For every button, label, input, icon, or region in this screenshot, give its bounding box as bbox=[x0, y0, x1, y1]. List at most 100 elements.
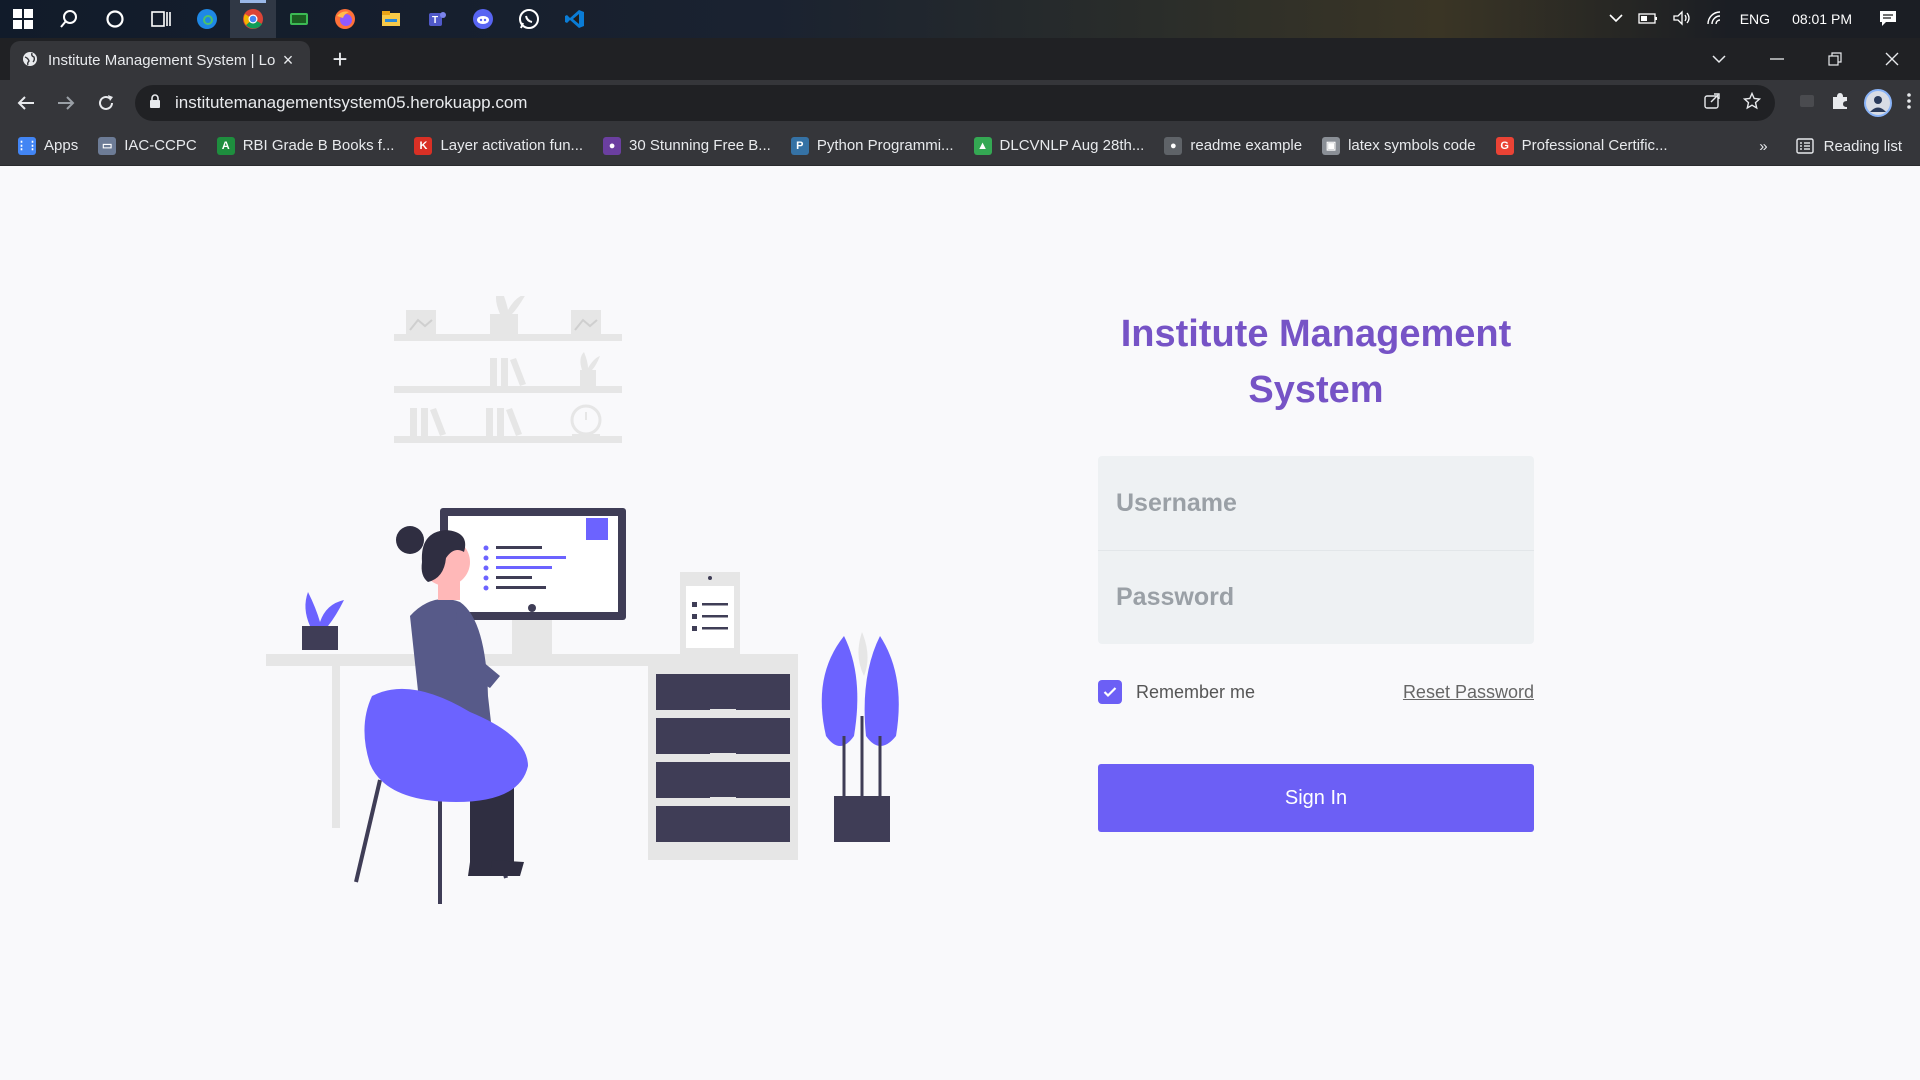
shelves-illustration bbox=[394, 296, 622, 443]
password-input[interactable] bbox=[1116, 583, 1516, 612]
bookmark-favicon-icon: ● bbox=[603, 136, 622, 155]
reload-icon[interactable] bbox=[86, 83, 126, 123]
chrome-icon[interactable] bbox=[230, 0, 276, 38]
discord-icon[interactable] bbox=[460, 0, 506, 38]
share-icon[interactable] bbox=[1703, 92, 1721, 115]
tab-search-icon[interactable] bbox=[1690, 38, 1747, 80]
remember-label: Remember me bbox=[1136, 681, 1256, 702]
browser-toolbar: institutemanagementsystem05.herokuapp.co… bbox=[0, 80, 1920, 126]
bookmark-label: Python Programmi... bbox=[816, 137, 954, 154]
back-arrow-icon[interactable] bbox=[6, 83, 46, 123]
forward-arrow-icon[interactable] bbox=[46, 83, 86, 123]
checkmark-icon bbox=[1103, 687, 1117, 698]
cortana-icon[interactable] bbox=[92, 0, 138, 38]
battery-icon[interactable] bbox=[1638, 11, 1658, 27]
options-row: Remember me Reset Password bbox=[1098, 680, 1534, 704]
bookmark-item[interactable]: ▣ latex symbols code bbox=[1322, 136, 1476, 155]
svg-text:T: T bbox=[432, 15, 438, 26]
browser-tab[interactable]: Institute Management System | Lo × bbox=[10, 41, 310, 80]
bookmark-item[interactable]: K Layer activation fun... bbox=[414, 136, 584, 155]
bookmark-favicon-icon: G bbox=[1495, 136, 1514, 155]
bookmark-favicon-icon: ⋮⋮ bbox=[16, 136, 38, 155]
bookmark-label: RBI Grade B Books f... bbox=[242, 137, 395, 154]
bookmark-favicon-icon: ▲ bbox=[973, 136, 992, 155]
remember-checkbox[interactable] bbox=[1098, 680, 1122, 704]
bookmark-label: Layer activation fun... bbox=[440, 137, 584, 154]
task-view-icon[interactable] bbox=[138, 0, 184, 38]
bookmark-label: latex symbols code bbox=[1348, 137, 1476, 154]
bookmark-favicon-icon: P bbox=[790, 136, 809, 155]
system-tray: ENG 08:01 PM bbox=[1608, 0, 1920, 38]
extensions-puzzle-icon[interactable] bbox=[1830, 91, 1850, 116]
bookmark-item[interactable]: ● readme example bbox=[1164, 136, 1303, 155]
teams-icon[interactable]: T bbox=[414, 0, 460, 38]
reading-list-label: Reading list bbox=[1823, 137, 1902, 155]
bookmark-item[interactable]: ⋮⋮ Apps bbox=[16, 136, 79, 155]
username-row bbox=[1098, 456, 1534, 550]
minimize-icon[interactable] bbox=[1748, 38, 1805, 80]
tab-title: Institute Management System | Lo bbox=[48, 52, 276, 69]
restore-icon[interactable] bbox=[1806, 38, 1863, 80]
bookmark-star-icon[interactable] bbox=[1742, 91, 1762, 115]
clipboard-illustration bbox=[680, 572, 740, 654]
terminal-icon[interactable] bbox=[276, 0, 322, 38]
profile-avatar[interactable] bbox=[1864, 89, 1892, 117]
bookmark-favicon-icon: A bbox=[216, 136, 235, 155]
more-bookmarks-button[interactable]: » bbox=[1759, 138, 1767, 155]
lock-icon[interactable] bbox=[149, 93, 161, 113]
bookmark-label: 30 Stunning Free B... bbox=[629, 137, 771, 154]
windows-start-icon[interactable] bbox=[0, 0, 46, 38]
edge-icon[interactable] bbox=[184, 0, 230, 38]
bookmark-item[interactable]: P Python Programmi... bbox=[790, 136, 954, 155]
notification-icon[interactable] bbox=[1878, 9, 1898, 30]
bookmark-favicon-icon: ▣ bbox=[1322, 136, 1341, 155]
desk-illustration bbox=[266, 654, 798, 860]
bookmarks-bar: ⋮⋮ Apps ▭ IAC-CCPC A RBI Grade B Books f... K L… bbox=[0, 126, 1920, 166]
bookmark-label: Apps bbox=[44, 137, 79, 154]
bookmark-label: IAC-CCPC bbox=[124, 137, 197, 154]
language-indicator[interactable]: ENG bbox=[1740, 11, 1770, 27]
close-window-icon[interactable] bbox=[1863, 38, 1920, 80]
new-tab-button[interactable]: + bbox=[325, 44, 355, 74]
clock[interactable]: 08:01 PM bbox=[1792, 11, 1852, 27]
url-text[interactable]: institutemanagementsystem05.herokuapp.co… bbox=[175, 93, 527, 113]
bookmark-favicon-icon: ● bbox=[1164, 136, 1183, 155]
volume-icon[interactable] bbox=[1672, 9, 1692, 29]
firefox-icon[interactable] bbox=[322, 0, 368, 38]
reading-list-button[interactable]: Reading list bbox=[1795, 137, 1902, 155]
bookmark-favicon-icon: ▭ bbox=[98, 136, 117, 155]
tab-strip: Institute Management System | Lo × + bbox=[0, 38, 1920, 80]
login-page: Institute Management System Remember me … bbox=[0, 166, 1920, 1080]
close-tab-icon[interactable]: × bbox=[278, 50, 298, 71]
bookmark-item[interactable]: ● 30 Stunning Free B... bbox=[603, 136, 771, 155]
bookmark-item[interactable]: ▲ DLCVNLP Aug 28th... bbox=[973, 136, 1145, 155]
username-input[interactable] bbox=[1116, 488, 1516, 518]
vscode-icon[interactable] bbox=[552, 0, 598, 38]
search-icon[interactable] bbox=[46, 0, 92, 38]
extension-placeholder-icon[interactable] bbox=[1798, 92, 1816, 115]
whatsapp-icon[interactable] bbox=[506, 0, 552, 38]
address-bar[interactable]: institutemanagementsystem05.herokuapp.co… bbox=[135, 85, 1775, 121]
bookmark-label: Professional Certific... bbox=[1521, 137, 1668, 154]
bookmark-item[interactable]: ▭ IAC-CCPC bbox=[98, 136, 197, 155]
password-row bbox=[1098, 550, 1534, 644]
floor-plant-illustration bbox=[821, 632, 899, 842]
remember-me[interactable]: Remember me bbox=[1098, 680, 1255, 704]
kebab-menu-icon[interactable] bbox=[1906, 92, 1912, 115]
reset-password-link[interactable]: Reset Password bbox=[1403, 682, 1534, 703]
login-form: Institute Management System Remember me … bbox=[1098, 306, 1534, 832]
windows-taskbar: T ENG 08:01 PM bbox=[0, 0, 1920, 38]
sign-in-button[interactable]: Sign In bbox=[1098, 764, 1534, 832]
file-explorer-icon[interactable] bbox=[368, 0, 414, 38]
bookmark-label: DLCVNLP Aug 28th... bbox=[999, 137, 1145, 154]
desk-plant-illustration bbox=[302, 592, 344, 650]
globe-icon bbox=[22, 51, 38, 71]
page-title: Institute Management System bbox=[1120, 313, 1512, 411]
chevron-up-icon[interactable] bbox=[1608, 11, 1624, 27]
reading-list-icon bbox=[1795, 138, 1814, 154]
workspace-illustration bbox=[266, 296, 899, 904]
bookmark-item[interactable]: G Professional Certific... bbox=[1495, 136, 1668, 155]
bookmark-item[interactable]: A RBI Grade B Books f... bbox=[216, 136, 395, 155]
wifi-icon[interactable] bbox=[1706, 10, 1726, 29]
bookmark-label: readme example bbox=[1190, 137, 1303, 154]
